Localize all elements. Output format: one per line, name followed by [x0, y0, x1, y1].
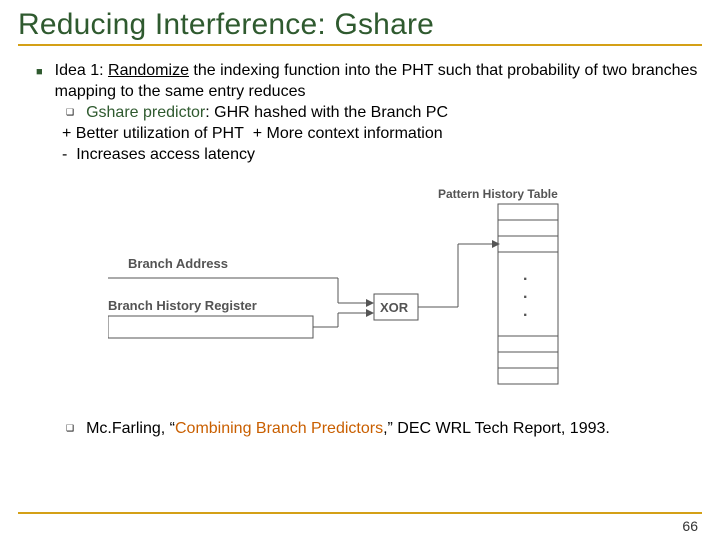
pht-dot3: .	[523, 303, 527, 320]
pht-label: Pattern History Table	[438, 188, 558, 201]
title-underline	[18, 44, 702, 46]
minus-line: - Increases access latency	[62, 144, 702, 165]
gshare-text: Gshare predictor: GHR hashed with the Br…	[86, 102, 448, 123]
gshare-desc: : GHR hashed with the Branch PC	[205, 104, 448, 121]
arrow-icon	[366, 299, 374, 307]
citation-rest: ,” DEC WRL Tech Report, 1993.	[383, 420, 610, 437]
pht-dot1: .	[523, 267, 527, 284]
idea-underlined: Randomize	[108, 62, 189, 79]
idea-text: Idea 1: Randomize the indexing function …	[55, 60, 702, 102]
citation-author: Mc.Farling, “	[86, 420, 175, 437]
arrow-icon-3	[492, 240, 500, 248]
slide: Reducing Interference: Gshare ■ Idea 1: …	[0, 0, 720, 540]
idea-prefix: Idea 1:	[55, 62, 108, 79]
page-title: Reducing Interference: Gshare	[18, 8, 702, 42]
pht-box	[498, 204, 558, 384]
gshare-label: Gshare predictor	[86, 104, 205, 121]
bhr-box	[108, 316, 313, 338]
footer-rule	[18, 512, 702, 514]
xor-label: XOR	[380, 300, 409, 315]
idea-bullet: ■ Idea 1: Randomize the indexing functio…	[36, 60, 702, 102]
citation-text: Mc.Farling, “Combining Branch Predictors…	[86, 418, 610, 439]
citation-title: Combining Branch Predictors	[175, 420, 383, 437]
gshare-diagram: Pattern History Table . . . Branch Addre…	[108, 188, 702, 398]
diagram-svg: Pattern History Table . . . Branch Addre…	[108, 188, 628, 398]
content-body: ■ Idea 1: Randomize the indexing functio…	[18, 60, 702, 439]
citation: ❑ Mc.Farling, “Combining Branch Predicto…	[66, 418, 702, 439]
plus-line: + Better utilization of PHT + More conte…	[62, 123, 702, 144]
gshare-sub-bullet: ❑ Gshare predictor: GHR hashed with the …	[66, 102, 702, 123]
hollow-square-icon: ❑	[66, 107, 74, 123]
square-bullet-icon: ■	[36, 65, 43, 102]
bhr-label: Branch History Register	[108, 298, 257, 313]
pht-dot2: .	[523, 285, 527, 302]
branch-address-label: Branch Address	[128, 256, 228, 271]
arrow-icon-2	[366, 309, 374, 317]
page-number: 66	[682, 518, 698, 534]
hollow-square-icon-2: ❑	[66, 423, 74, 439]
